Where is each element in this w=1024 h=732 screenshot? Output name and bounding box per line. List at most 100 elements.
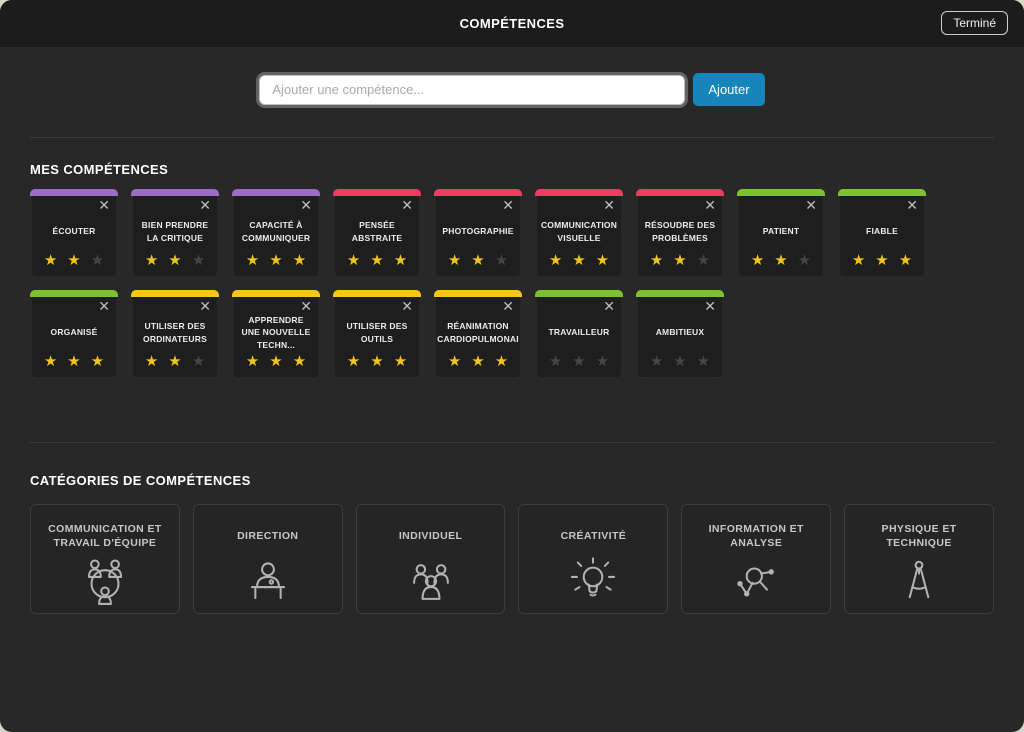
- close-icon[interactable]: ✕: [199, 299, 211, 313]
- star-filled-icon[interactable]: ★: [67, 253, 80, 268]
- category-card[interactable]: CRÉATIVITÉ: [518, 504, 668, 614]
- category-card[interactable]: INFORMATION ET ANALYSE: [681, 504, 831, 614]
- star-filled-icon[interactable]: ★: [549, 253, 562, 268]
- skill-card[interactable]: ✕ COMMUNICATION VISUELLE ★★★: [535, 189, 623, 276]
- skill-card[interactable]: ✕ UTILISER DES OUTILS ★★★: [333, 290, 421, 377]
- close-icon[interactable]: ✕: [98, 198, 110, 212]
- close-icon[interactable]: ✕: [805, 198, 817, 212]
- close-icon[interactable]: ✕: [401, 299, 413, 313]
- star-filled-icon[interactable]: ★: [394, 253, 407, 268]
- done-button[interactable]: Terminé: [941, 11, 1008, 35]
- star-filled-icon[interactable]: ★: [269, 253, 282, 268]
- star-filled-icon[interactable]: ★: [673, 253, 686, 268]
- star-filled-icon[interactable]: ★: [246, 354, 259, 369]
- star-filled-icon[interactable]: ★: [145, 253, 158, 268]
- star-empty-icon[interactable]: ★: [650, 354, 663, 369]
- add-skill-input[interactable]: [259, 75, 685, 105]
- star-filled-icon[interactable]: ★: [596, 253, 609, 268]
- star-filled-icon[interactable]: ★: [44, 253, 57, 268]
- skill-stars: ★ ★ ★: [133, 253, 217, 276]
- page-title: COMPÉTENCES: [460, 16, 565, 31]
- skill-card[interactable]: ✕ PATIENT ★★★: [737, 189, 825, 276]
- category-card[interactable]: COMMUNICATION ET TRAVAIL D'ÉQUIPE: [30, 504, 180, 614]
- close-icon[interactable]: ✕: [502, 299, 514, 313]
- star-filled-icon[interactable]: ★: [448, 253, 461, 268]
- skill-card[interactable]: ✕ UTILISER DES ORDINATEURS ★★★: [131, 290, 219, 377]
- star-empty-icon[interactable]: ★: [572, 354, 585, 369]
- star-filled-icon[interactable]: ★: [370, 354, 383, 369]
- skill-category-color-bar: [434, 290, 522, 297]
- star-filled-icon[interactable]: ★: [495, 354, 508, 369]
- star-empty-icon[interactable]: ★: [192, 253, 205, 268]
- close-icon[interactable]: ✕: [199, 198, 211, 212]
- skill-card[interactable]: ✕ PENSÉE ABSTRAITE ★★★: [333, 189, 421, 276]
- my-skills-heading: MES COMPÉTENCES: [30, 162, 994, 177]
- skill-card[interactable]: ✕ RÉSOUDRE DES PROBLÈMES ★★★: [636, 189, 724, 276]
- star-filled-icon[interactable]: ★: [751, 253, 764, 268]
- star-filled-icon[interactable]: ★: [471, 253, 484, 268]
- skill-card[interactable]: ✕ APPRENDRE UNE NOUVELLE TECHN... ★★★: [232, 290, 320, 377]
- skill-stars: ★ ★ ★: [234, 354, 318, 377]
- skill-card[interactable]: ✕ TRAVAILLEUR ★★★: [535, 290, 623, 377]
- star-filled-icon[interactable]: ★: [899, 253, 912, 268]
- category-card[interactable]: INDIVIDUEL: [356, 504, 506, 614]
- star-filled-icon[interactable]: ★: [145, 354, 158, 369]
- category-label: DIRECTION: [229, 522, 306, 550]
- close-icon[interactable]: ✕: [704, 299, 716, 313]
- skill-card[interactable]: ✕ ÉCOUTER ★★★: [30, 189, 118, 276]
- star-empty-icon[interactable]: ★: [549, 354, 562, 369]
- skill-card[interactable]: ✕ PHOTOGRAPHIE ★★★: [434, 189, 522, 276]
- star-filled-icon[interactable]: ★: [370, 253, 383, 268]
- close-icon[interactable]: ✕: [603, 299, 615, 313]
- star-filled-icon[interactable]: ★: [44, 354, 57, 369]
- category-card[interactable]: PHYSIQUE ET TECHNIQUE: [844, 504, 994, 614]
- skill-card[interactable]: ✕ FIABLE ★★★: [838, 189, 926, 276]
- star-empty-icon[interactable]: ★: [697, 354, 710, 369]
- close-icon[interactable]: ✕: [401, 198, 413, 212]
- star-filled-icon[interactable]: ★: [572, 253, 585, 268]
- skill-card[interactable]: ✕ CAPACITÉ À COMMUNIQUER ★★★: [232, 189, 320, 276]
- skill-stars: ★ ★ ★: [335, 253, 419, 276]
- skill-card[interactable]: ✕ BIEN PRENDRE LA CRITIQUE ★★★: [131, 189, 219, 276]
- star-filled-icon[interactable]: ★: [852, 253, 865, 268]
- star-filled-icon[interactable]: ★: [875, 253, 888, 268]
- close-icon[interactable]: ✕: [300, 198, 312, 212]
- star-empty-icon[interactable]: ★: [596, 354, 609, 369]
- star-filled-icon[interactable]: ★: [91, 354, 104, 369]
- star-filled-icon[interactable]: ★: [448, 354, 461, 369]
- divider: [30, 442, 994, 443]
- star-empty-icon[interactable]: ★: [697, 253, 710, 268]
- close-icon[interactable]: ✕: [300, 299, 312, 313]
- close-icon[interactable]: ✕: [704, 198, 716, 212]
- star-filled-icon[interactable]: ★: [293, 354, 306, 369]
- close-icon[interactable]: ✕: [906, 198, 918, 212]
- star-filled-icon[interactable]: ★: [293, 253, 306, 268]
- star-filled-icon[interactable]: ★: [67, 354, 80, 369]
- star-filled-icon[interactable]: ★: [246, 253, 259, 268]
- star-filled-icon[interactable]: ★: [347, 253, 360, 268]
- star-filled-icon[interactable]: ★: [774, 253, 787, 268]
- skill-category-color-bar: [333, 290, 421, 297]
- close-icon[interactable]: ✕: [98, 299, 110, 313]
- star-filled-icon[interactable]: ★: [471, 354, 484, 369]
- star-filled-icon[interactable]: ★: [269, 354, 282, 369]
- add-skill-button[interactable]: Ajouter: [693, 73, 764, 106]
- star-filled-icon[interactable]: ★: [347, 354, 360, 369]
- star-empty-icon[interactable]: ★: [91, 253, 104, 268]
- skill-card[interactable]: ✕ ORGANISÉ ★★★: [30, 290, 118, 377]
- skill-card[interactable]: ✕ RÉANIMATION CARDIOPULMONAI ★★★: [434, 290, 522, 377]
- skill-category-color-bar: [737, 189, 825, 196]
- close-icon[interactable]: ✕: [502, 198, 514, 212]
- category-card[interactable]: DIRECTION: [193, 504, 343, 614]
- star-empty-icon[interactable]: ★: [495, 253, 508, 268]
- star-empty-icon[interactable]: ★: [673, 354, 686, 369]
- star-filled-icon[interactable]: ★: [168, 253, 181, 268]
- star-empty-icon[interactable]: ★: [798, 253, 811, 268]
- skill-stars: ★ ★ ★: [638, 253, 722, 276]
- skill-card[interactable]: ✕ AMBITIEUX ★★★: [636, 290, 724, 377]
- star-filled-icon[interactable]: ★: [394, 354, 407, 369]
- close-icon[interactable]: ✕: [603, 198, 615, 212]
- star-empty-icon[interactable]: ★: [192, 354, 205, 369]
- star-filled-icon[interactable]: ★: [168, 354, 181, 369]
- star-filled-icon[interactable]: ★: [650, 253, 663, 268]
